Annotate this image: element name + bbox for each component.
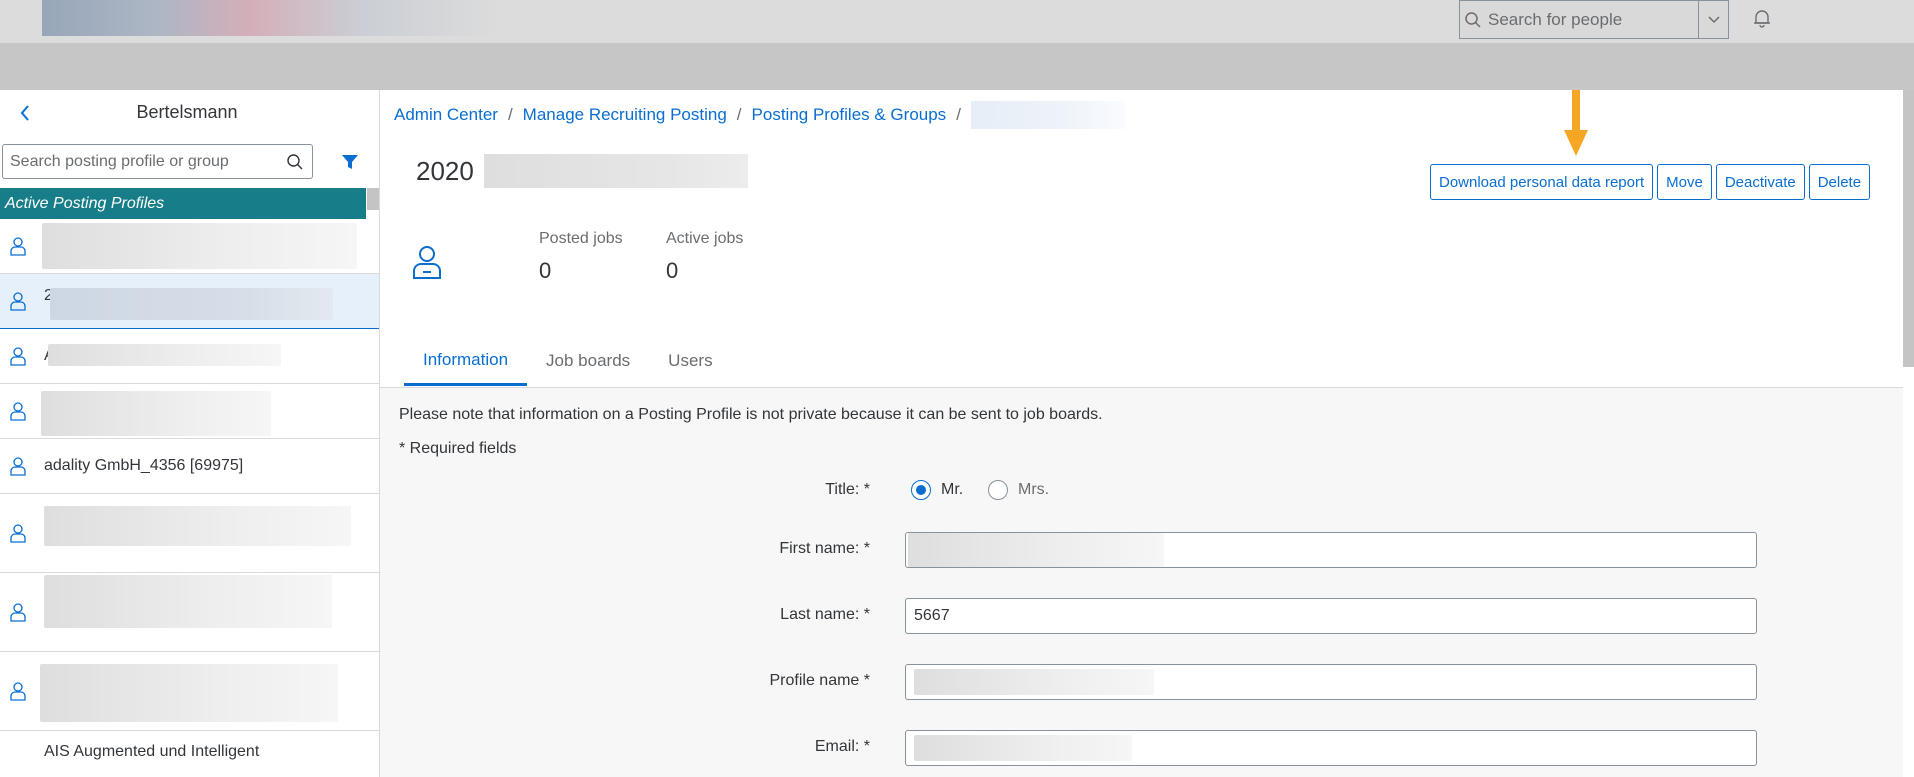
- people-search-input[interactable]: Search for people: [1486, 10, 1698, 30]
- breadcrumb: Admin Center / Manage Recruiting Posting…: [394, 101, 1126, 129]
- last-name-field[interactable]: 5667: [905, 598, 1757, 634]
- required-fields-note: * Required fields: [399, 440, 517, 457]
- shell-subheader: [0, 43, 1914, 90]
- redacted-text: [908, 533, 1164, 567]
- redacted-text: [42, 223, 357, 269]
- list-item[interactable]: [0, 384, 379, 439]
- person-icon: [2, 401, 34, 421]
- breadcrumb-separator: /: [507, 105, 513, 124]
- breadcrumb-admin-center[interactable]: Admin Center: [394, 105, 498, 125]
- page-title: 2020: [416, 156, 474, 186]
- redacted-text: [484, 154, 748, 188]
- filter-icon[interactable]: [336, 148, 364, 176]
- breadcrumb-separator: /: [956, 105, 961, 124]
- redacted-text: [914, 735, 1132, 761]
- radio-unselected-icon[interactable]: [988, 480, 1008, 500]
- kpi-label: Posted jobs: [539, 230, 623, 247]
- list-item[interactable]: 1: [0, 494, 379, 573]
- posting-profile-list-pane: Bertelsmann Search posting profile or gr…: [0, 90, 380, 777]
- list-item[interactable]: [: [0, 573, 379, 652]
- kpi-active-jobs: Active jobs 0: [666, 230, 743, 284]
- information-section: [380, 388, 1903, 777]
- list-item[interactable]: 2: [0, 274, 379, 329]
- shell-bar: Search for people: [0, 0, 1914, 43]
- person-icon: [2, 681, 34, 701]
- group-header: Active Posting Profiles: [0, 188, 366, 219]
- redacted-text: [40, 664, 338, 722]
- profile-name-label: Profile name *: [769, 672, 871, 689]
- people-search[interactable]: Search for people: [1459, 0, 1729, 39]
- profile-name-field[interactable]: [905, 664, 1757, 700]
- bell-icon[interactable]: [1748, 4, 1776, 32]
- header-actions: Download personal data report Move Deact…: [1430, 164, 1871, 200]
- download-personal-data-report-button[interactable]: Download personal data report: [1430, 164, 1654, 200]
- redacted-text: [41, 391, 271, 436]
- tab-job-boards[interactable]: Job boards: [527, 336, 649, 386]
- privacy-note: Please note that information on a Postin…: [399, 406, 1103, 423]
- deactivate-button[interactable]: Deactivate: [1715, 164, 1805, 200]
- tab-users[interactable]: Users: [649, 336, 731, 386]
- redacted-text: [914, 669, 1154, 695]
- annotation-arrow-icon: [1564, 90, 1588, 156]
- email-label: Email: *: [814, 738, 870, 755]
- search-icon: [1460, 1, 1486, 39]
- breadcrumb-posting-profiles-groups[interactable]: Posting Profiles & Groups: [752, 105, 947, 125]
- person-icon: [2, 346, 34, 366]
- chevron-down-icon[interactable]: [1698, 0, 1728, 39]
- person-icon: [2, 602, 34, 622]
- profile-search-field[interactable]: Search posting profile or group: [2, 144, 313, 179]
- radio-label: Mr.: [941, 481, 964, 498]
- redacted-text: [48, 344, 281, 366]
- profile-list: 2 A adality GmbH_4356 [69975] 1 [: [0, 219, 379, 771]
- last-name-label: Last name: *: [780, 606, 870, 623]
- person-icon: [2, 291, 34, 311]
- person-icon: [2, 236, 34, 256]
- person-icon: [2, 456, 34, 476]
- radio-selected-icon[interactable]: [911, 480, 931, 500]
- profile-person-icon: [413, 246, 441, 279]
- list-item[interactable]: adality GmbH_4356 [69975]: [0, 439, 379, 494]
- list-scrollbar[interactable]: [367, 188, 379, 210]
- search-icon[interactable]: [278, 153, 312, 171]
- user-avatar[interactable]: [1800, 0, 1860, 20]
- title-label: Title: *: [825, 481, 870, 498]
- breadcrumb-separator: /: [736, 105, 742, 124]
- title-radio-mr[interactable]: Mr.: [911, 480, 963, 500]
- first-name-field[interactable]: [905, 532, 1757, 568]
- radio-label: Mrs.: [1018, 481, 1050, 498]
- tab-bar: Information Job boards Users: [404, 336, 732, 388]
- list-item[interactable]: A: [0, 329, 379, 384]
- pane-title: Bertelsmann: [136, 102, 238, 122]
- list-item[interactable]: AIS Augmented und Intelligent: [0, 731, 379, 771]
- delete-button[interactable]: Delete: [1808, 164, 1871, 200]
- list-item-label: adality GmbH_4356 [69975]: [44, 457, 244, 474]
- first-name-label: First name: *: [779, 540, 870, 557]
- profile-search-input[interactable]: Search posting profile or group: [3, 153, 278, 171]
- breadcrumb-manage-recruiting-posting[interactable]: Manage Recruiting Posting: [523, 105, 727, 125]
- move-button[interactable]: Move: [1657, 164, 1712, 200]
- page-scrollbar[interactable]: [1903, 90, 1914, 367]
- redacted-text: [44, 506, 351, 546]
- person-icon: [2, 523, 34, 543]
- list-item[interactable]: [0, 652, 379, 731]
- last-name-value: 5667: [914, 607, 950, 624]
- email-field[interactable]: [905, 730, 1757, 766]
- kpi-label: Active jobs: [666, 230, 744, 247]
- kpi-value: 0: [539, 258, 552, 283]
- kpi-posted-jobs: Posted jobs 0: [539, 230, 623, 284]
- redacted-text: [50, 288, 333, 320]
- list-item[interactable]: [0, 219, 379, 274]
- title-radio-mrs[interactable]: Mrs.: [988, 480, 1049, 500]
- list-item-label: AIS Augmented und Intelligent: [44, 743, 260, 760]
- redacted-text: [44, 575, 332, 628]
- breadcrumb-current-redacted: [970, 101, 1126, 129]
- tab-information[interactable]: Information: [404, 336, 528, 386]
- company-logo[interactable]: [42, 0, 500, 36]
- kpi-value: 0: [666, 258, 679, 283]
